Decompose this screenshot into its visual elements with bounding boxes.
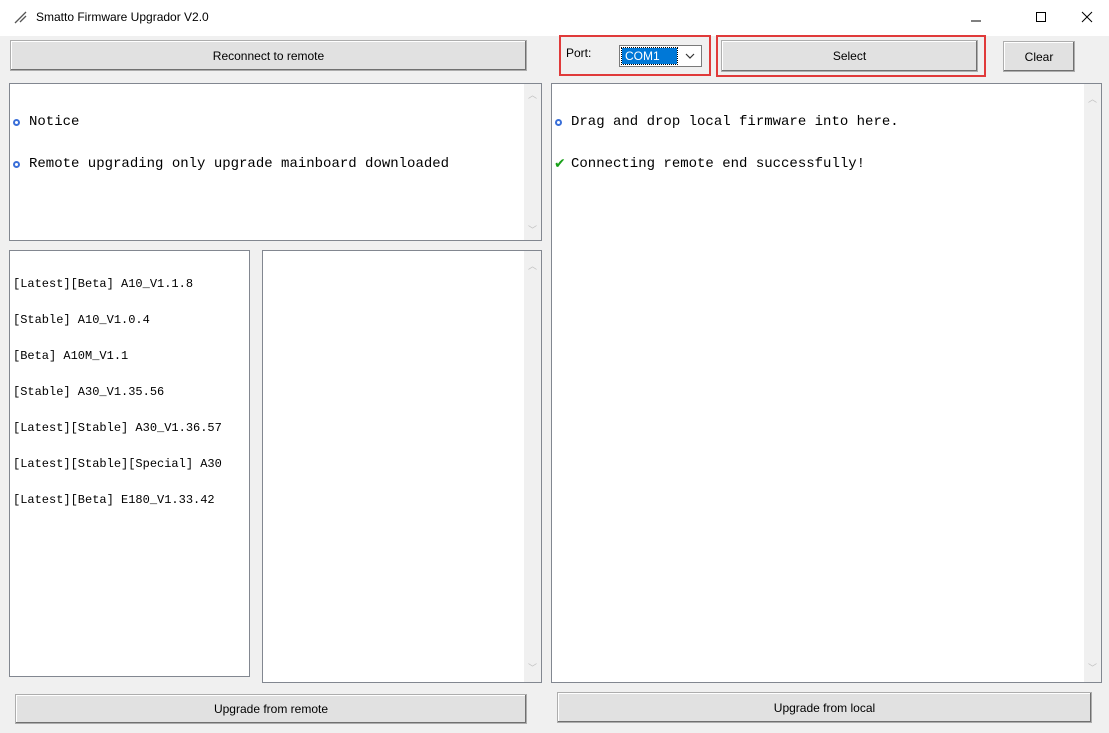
notice-log-content: Notice Remote upgrading only upgrade mai… xyxy=(12,87,449,199)
scroll-down-icon[interactable]: ﹀ xyxy=(524,659,541,676)
notice-scrollbar[interactable]: ︿ ﹀ xyxy=(524,84,541,240)
detail-scrollbar[interactable]: ︿ ﹀ xyxy=(524,251,541,682)
firmware-item[interactable]: [Beta] A10M_V1.1 xyxy=(13,350,222,362)
notice-log[interactable]: Notice Remote upgrading only upgrade mai… xyxy=(9,83,542,241)
log-text: Remote upgrading only upgrade mainboard … xyxy=(29,156,450,172)
app-icon xyxy=(14,11,27,24)
log-line: Drag and drop local firmware into here. xyxy=(554,115,899,129)
maximize-button[interactable] xyxy=(1019,0,1063,33)
firmware-list[interactable]: [Latest][Beta] A10_V1.1.8 [Stable] A10_V… xyxy=(9,250,250,677)
port-label: Port: xyxy=(566,46,592,60)
scroll-up-icon[interactable]: ︿ xyxy=(524,86,541,103)
local-log-content: Drag and drop local firmware into here. … xyxy=(554,87,899,199)
chevron-down-icon[interactable] xyxy=(681,48,699,64)
firmware-item[interactable]: [Latest][Stable][Special] A30 xyxy=(13,458,222,470)
select-button[interactable]: Select xyxy=(721,40,978,72)
log-line: ✔ Connecting remote end successfully! xyxy=(554,157,899,171)
firmware-item[interactable]: [Latest][Stable] A30_V1.36.57 xyxy=(13,422,222,434)
firmware-list-items: [Latest][Beta] A10_V1.1.8 [Stable] A10_V… xyxy=(13,254,222,530)
port-value: COM1 xyxy=(621,47,678,65)
firmware-item[interactable]: [Stable] A30_V1.35.56 xyxy=(13,386,222,398)
maximize-icon xyxy=(1036,11,1046,22)
bullet-icon xyxy=(13,160,20,168)
scroll-up-icon[interactable]: ︿ xyxy=(524,257,541,274)
firmware-item[interactable]: [Stable] A10_V1.0.4 xyxy=(13,314,222,326)
firmware-item[interactable]: [Latest][Beta] E180_V1.33.42 xyxy=(13,494,222,506)
scroll-up-icon[interactable]: ︿ xyxy=(1084,90,1101,107)
log-text: Drag and drop local firmware into here. xyxy=(571,114,899,130)
minimize-icon xyxy=(971,20,981,21)
log-text: Notice xyxy=(29,114,80,130)
check-icon: ✔ xyxy=(554,156,566,172)
log-text: Connecting remote end successfully! xyxy=(571,156,866,172)
bullet-icon xyxy=(13,118,20,126)
clear-button[interactable]: Clear xyxy=(1003,41,1075,72)
minimize-button[interactable] xyxy=(954,0,998,33)
log-line: Remote upgrading only upgrade mainboard … xyxy=(12,157,449,171)
title-bar: Smatto Firmware Upgrador V2.0 xyxy=(0,0,1109,36)
firmware-detail[interactable]: ︿ ﹀ xyxy=(262,250,542,683)
upgrade-from-local-button[interactable]: Upgrade from local xyxy=(557,692,1092,723)
window-title: Smatto Firmware Upgrador V2.0 xyxy=(36,10,209,24)
reconnect-button[interactable]: Reconnect to remote xyxy=(10,40,527,71)
local-log[interactable]: Drag and drop local firmware into here. … xyxy=(551,83,1102,683)
firmware-item[interactable]: [Latest][Beta] A10_V1.1.8 xyxy=(13,278,222,290)
scroll-down-icon[interactable]: ﹀ xyxy=(524,221,541,238)
local-log-scrollbar[interactable]: ︿ ﹀ xyxy=(1084,84,1101,682)
close-button[interactable] xyxy=(1065,0,1109,33)
scroll-down-icon[interactable]: ﹀ xyxy=(1084,659,1101,676)
log-line: Notice xyxy=(12,115,449,129)
close-icon xyxy=(1081,11,1093,22)
port-select[interactable]: COM1 xyxy=(619,45,702,67)
bullet-icon xyxy=(555,118,562,126)
upgrade-from-remote-button[interactable]: Upgrade from remote xyxy=(15,694,527,724)
